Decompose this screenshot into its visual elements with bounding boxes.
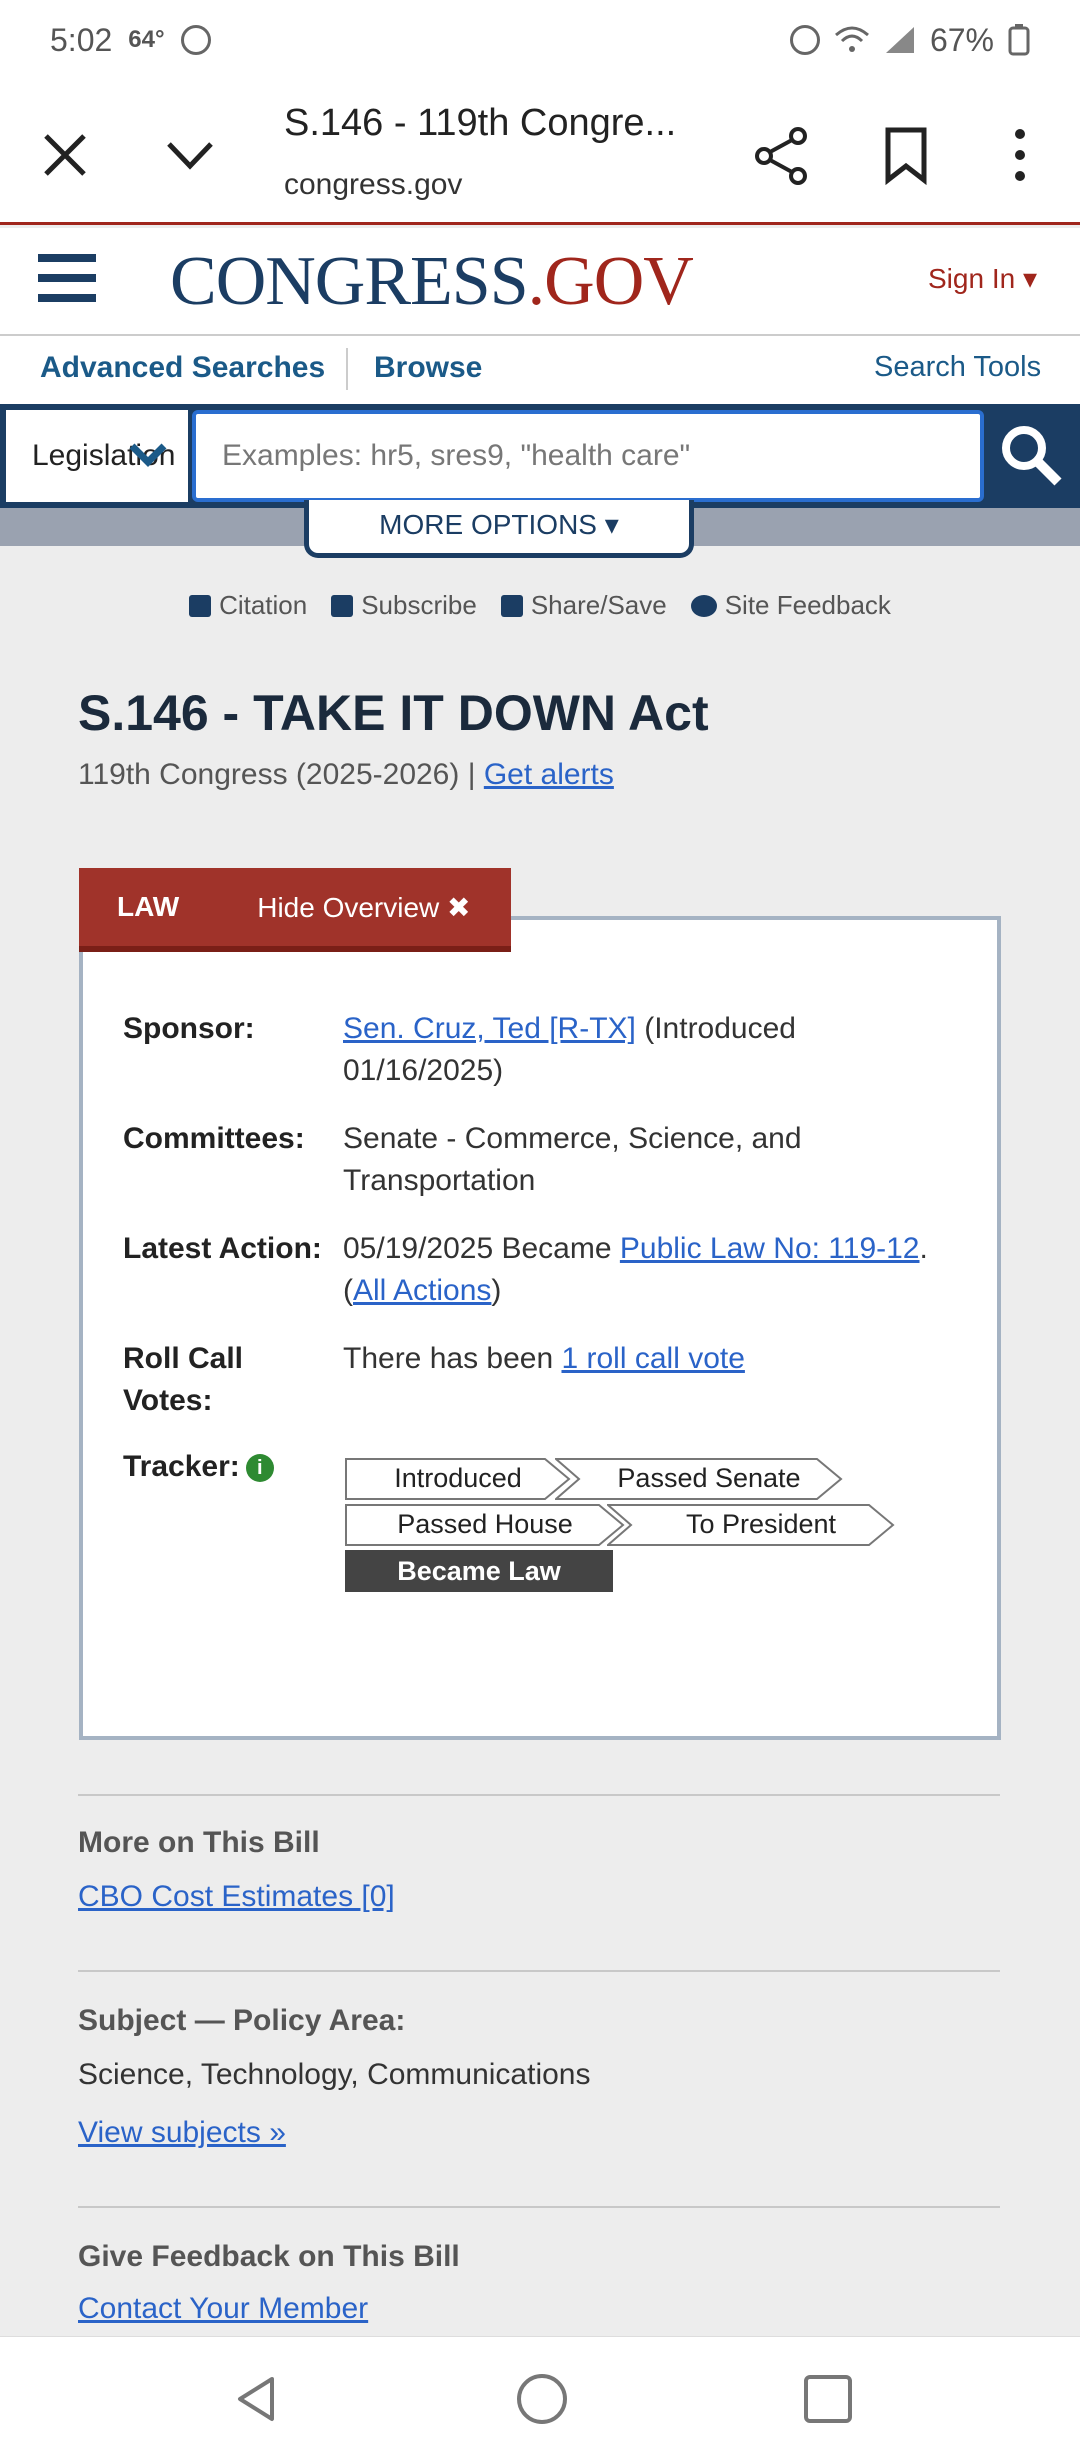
tracker-step-current: Became Law bbox=[345, 1550, 613, 1592]
committees-value: Senate - Commerce, Science, and Transpor… bbox=[343, 1122, 802, 1197]
battery-percent: 67% bbox=[929, 21, 994, 58]
roll-call-link[interactable]: 1 roll call vote bbox=[561, 1342, 744, 1375]
status-bar: 5:02 64° 67% bbox=[0, 0, 1080, 80]
divider bbox=[78, 1794, 1000, 1796]
search-input[interactable] bbox=[192, 410, 984, 502]
sign-in-button[interactable]: Sign In ▾ bbox=[928, 262, 1037, 295]
all-actions-link[interactable]: All Actions bbox=[353, 1274, 491, 1307]
tracker-step: Introduced bbox=[345, 1458, 571, 1500]
policy-area-heading: Subject — Policy Area: bbox=[78, 2004, 406, 2037]
hide-overview-button[interactable]: Hide Overview ✖ bbox=[257, 891, 470, 924]
bookmark-icon[interactable] bbox=[874, 120, 938, 190]
accessibility-icon bbox=[180, 25, 211, 55]
subscribe-link[interactable]: Subscribe bbox=[331, 590, 477, 621]
browser-toolbar: S.146 - 119th Congre... congress.gov bbox=[0, 80, 1080, 225]
bill-tracker: Introduced Passed Senate Passed House To… bbox=[345, 1458, 905, 1598]
wifi-icon bbox=[834, 26, 869, 52]
get-alerts-link[interactable]: Get alerts bbox=[484, 758, 614, 791]
browser-page-title: S.146 - 119th Congre... bbox=[284, 102, 677, 144]
advanced-searches-link[interactable]: Advanced Searches bbox=[40, 351, 325, 385]
roll-call-label: Roll Call Votes: bbox=[123, 1342, 244, 1417]
sponsor-label: Sponsor: bbox=[123, 1012, 255, 1045]
page-actions: Citation Subscribe Share/Save Site Feedb… bbox=[0, 590, 1080, 621]
search-tools-link[interactable]: Search Tools bbox=[874, 351, 1041, 384]
nav-divider bbox=[346, 348, 348, 390]
bill-overview-panel: Sponsor: Sen. Cruz, Ted [R-TX] (Introduc… bbox=[79, 916, 1001, 1740]
chevron-down-icon[interactable] bbox=[155, 120, 225, 190]
sponsor-link[interactable]: Sen. Cruz, Ted [R-TX] bbox=[343, 1012, 636, 1045]
tracker-step: Passed Senate bbox=[555, 1458, 843, 1500]
alarm-icon bbox=[789, 25, 820, 55]
committees-row: Committees: Senate - Commerce, Science, … bbox=[123, 1118, 963, 1202]
site-nav: Advanced Searches Browse Search Tools bbox=[0, 336, 1080, 404]
home-icon[interactable] bbox=[514, 2371, 570, 2427]
search-bar: Legislation bbox=[0, 404, 1080, 508]
browser-domain: congress.gov bbox=[284, 168, 463, 201]
hamburger-menu-icon[interactable] bbox=[38, 254, 96, 304]
share-save-link[interactable]: Share/Save bbox=[500, 590, 667, 621]
comment-icon bbox=[690, 594, 717, 617]
system-nav-bar bbox=[0, 2336, 1080, 2460]
divider bbox=[78, 1970, 1000, 1972]
more-on-bill-heading: More on This Bill bbox=[78, 1826, 320, 1859]
chevron-down-icon bbox=[129, 443, 167, 467]
sponsor-row: Sponsor: Sen. Cruz, Ted [R-TX] (Introduc… bbox=[123, 1008, 963, 1092]
overview-tab: LAW Hide Overview ✖ bbox=[79, 868, 511, 952]
roll-call-row: Roll Call Votes: There has been 1 roll c… bbox=[123, 1338, 963, 1422]
law-status-label: LAW bbox=[117, 891, 180, 922]
site-header: CONGRESS.GOV Sign In ▾ bbox=[0, 228, 1080, 336]
site-feedback-link[interactable]: Site Feedback bbox=[690, 590, 891, 621]
close-icon[interactable] bbox=[30, 120, 100, 190]
tracker-step: To President bbox=[607, 1504, 895, 1546]
divider bbox=[78, 2206, 1000, 2208]
tracker-step: Passed House bbox=[345, 1504, 625, 1546]
latest-action-row: Latest Action: 05/19/2025 Became Public … bbox=[123, 1228, 963, 1312]
give-feedback-heading: Give Feedback on This Bill bbox=[78, 2240, 460, 2273]
search-scope-select[interactable]: Legislation bbox=[6, 410, 188, 502]
status-time: 5:02 bbox=[50, 21, 113, 58]
envelope-icon bbox=[331, 594, 354, 617]
congress-gov-logo[interactable]: CONGRESS.GOV bbox=[170, 242, 694, 322]
latest-action-label: Latest Action: bbox=[123, 1232, 322, 1265]
public-law-link[interactable]: Public Law No: 119-12 bbox=[620, 1232, 920, 1265]
cbo-cost-estimates-link[interactable]: CBO Cost Estimates [0] bbox=[78, 1880, 395, 1914]
view-subjects-link[interactable]: View subjects » bbox=[78, 2116, 286, 2150]
browse-link[interactable]: Browse bbox=[374, 351, 482, 385]
citation-link[interactable]: Citation bbox=[189, 590, 307, 621]
more-vert-icon[interactable] bbox=[985, 120, 1055, 190]
tracker-label: Tracker: i bbox=[123, 1446, 323, 1488]
committees-label: Committees: bbox=[123, 1122, 305, 1155]
bill-congress: 119th Congress (2025-2026) | Get alerts bbox=[78, 758, 614, 791]
info-icon[interactable]: i bbox=[245, 1454, 274, 1483]
policy-area-value: Science, Technology, Communications bbox=[78, 2058, 591, 2091]
battery-icon bbox=[1008, 24, 1030, 56]
contact-your-member-link[interactable]: Contact Your Member bbox=[78, 2292, 368, 2326]
status-temperature: 64° bbox=[128, 26, 165, 53]
share-icon bbox=[500, 594, 523, 617]
more-options-button[interactable]: MORE OPTIONS ▾ bbox=[304, 500, 694, 558]
share-icon[interactable] bbox=[750, 120, 814, 190]
search-icon[interactable] bbox=[996, 420, 1066, 490]
signal-icon bbox=[885, 27, 914, 53]
recent-apps-icon[interactable] bbox=[800, 2371, 856, 2427]
bill-title: S.146 - TAKE IT DOWN Act bbox=[78, 685, 709, 741]
citation-icon bbox=[189, 594, 212, 617]
back-icon[interactable] bbox=[230, 2371, 286, 2427]
